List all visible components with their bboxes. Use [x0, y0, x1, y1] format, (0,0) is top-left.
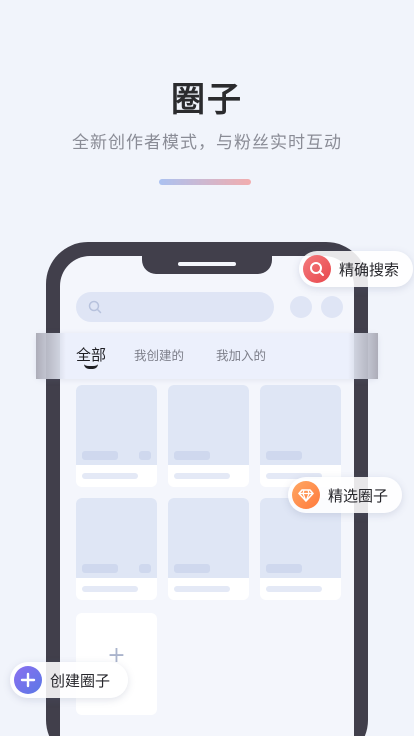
tab-bar: 全部 我创建的 我加入的	[36, 333, 378, 379]
diamond-icon	[298, 489, 314, 502]
phone-speaker	[178, 262, 236, 266]
search-bar[interactable]	[76, 292, 274, 322]
search-icon	[88, 300, 102, 314]
circle-card[interactable]	[76, 385, 157, 487]
featured-circles-badge: 精选圈子	[288, 477, 402, 513]
create-circle-label: 创建圈子	[50, 672, 111, 690]
circle-card[interactable]	[76, 498, 157, 600]
page-subtitle: 全新创作者模式，与粉丝实时互动	[72, 133, 342, 153]
create-badge-icon	[14, 666, 42, 694]
precise-search-label: 精确搜索	[339, 261, 400, 279]
card-meta-placeholder	[82, 586, 138, 592]
card-meta-placeholder	[174, 586, 230, 592]
circle-card[interactable]	[260, 385, 341, 487]
tab-bar-fade-right	[348, 333, 378, 379]
header-action-button[interactable]	[321, 296, 343, 318]
precise-search-badge: 精确搜索	[299, 251, 413, 287]
tab-bar-fade-left	[36, 333, 66, 379]
search-icon	[310, 262, 324, 276]
card-meta-placeholder	[266, 586, 322, 592]
card-title-placeholder	[266, 564, 302, 573]
tab-all[interactable]: 全部	[76, 344, 106, 365]
card-title-placeholder	[174, 564, 210, 573]
tab-created[interactable]: 我创建的	[134, 345, 184, 364]
card-title-placeholder	[82, 564, 118, 573]
phone-notch	[142, 256, 272, 274]
accent-bar	[159, 179, 251, 185]
plus-icon	[20, 672, 36, 688]
tab-active-indicator	[84, 364, 98, 369]
featured-circles-label: 精选圈子	[328, 487, 389, 505]
card-badge-placeholder	[139, 451, 151, 460]
create-circle-badge: 创建圈子	[10, 662, 128, 698]
header-action-button[interactable]	[290, 296, 312, 318]
search-badge-icon	[303, 255, 331, 283]
card-title-placeholder	[82, 451, 118, 460]
circle-card[interactable]	[168, 498, 249, 600]
circle-card[interactable]	[168, 385, 249, 487]
featured-badge-icon	[292, 481, 320, 509]
card-title-placeholder	[266, 451, 302, 460]
circle-card[interactable]	[260, 498, 341, 600]
card-badge-placeholder	[139, 564, 151, 573]
card-title-placeholder	[174, 451, 210, 460]
card-meta-placeholder	[82, 473, 138, 479]
card-meta-placeholder	[174, 473, 230, 479]
page-title: 圈子	[171, 80, 243, 120]
tab-joined[interactable]: 我加入的	[216, 345, 266, 364]
